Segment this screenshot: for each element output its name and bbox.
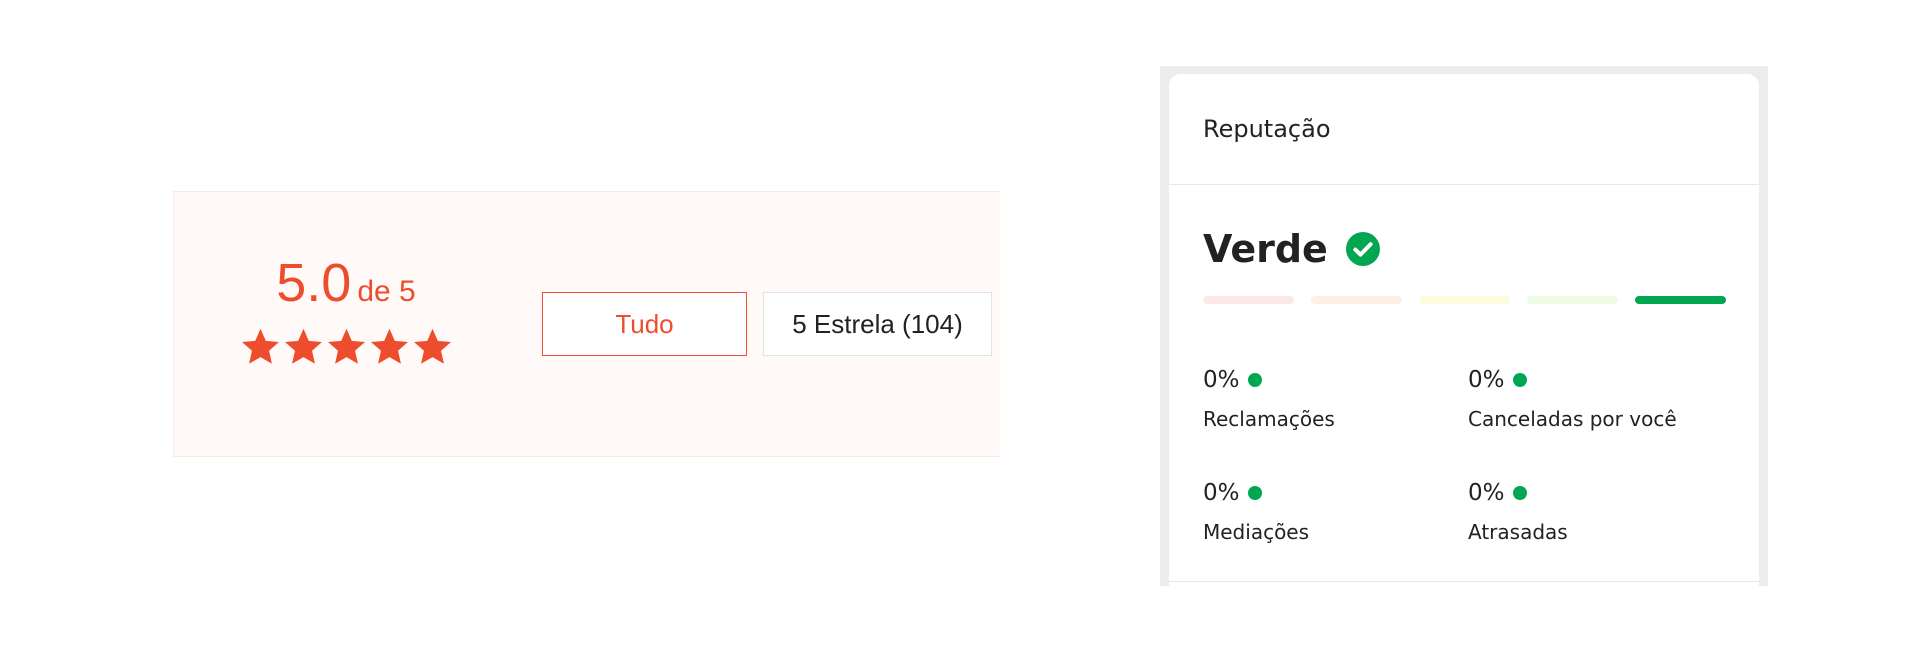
star-icon: [283, 326, 324, 367]
metric-mediations: 0% Mediações: [1203, 480, 1463, 544]
reputation-level-text: Verde: [1203, 227, 1328, 271]
status-dot-icon: [1247, 486, 1262, 500]
rating-overview-panel: 5.0 de 5 Tudo 5 Estrela (104): [173, 191, 1000, 457]
filter-5-star-button[interactable]: 5 Estrela (104): [763, 292, 992, 356]
status-dot-icon: [1512, 486, 1527, 500]
reputation-card: Reputação Verde 0% Reclamações 0% Cancel…: [1169, 74, 1759, 604]
reputation-frame: Reputação Verde 0% Reclamações 0% Cancel…: [1160, 66, 1768, 604]
star-icon: [369, 326, 410, 367]
star-icon: [240, 326, 281, 367]
metric-delayed: 0% Atrasadas: [1468, 480, 1728, 544]
metric-label: Reclamações: [1203, 407, 1335, 431]
metric-label: Mediações: [1203, 520, 1310, 544]
metric-cancelled-by-you: 0% Canceladas por você: [1468, 367, 1728, 431]
star-icon: [326, 326, 367, 367]
thermometer-segment-light-green: [1527, 296, 1618, 304]
metric-value: 0%: [1468, 367, 1505, 393]
thermometer-segment-yellow: [1419, 296, 1510, 304]
star-icon: [412, 326, 453, 367]
reputation-title: Reputação: [1203, 115, 1331, 143]
rating-score: 5.0: [276, 253, 352, 313]
metric-value: 0%: [1203, 367, 1240, 393]
rating-score-block: 5.0 de 5: [236, 256, 456, 367]
metric-label: Canceladas por você: [1468, 407, 1677, 431]
filter-all-button[interactable]: Tudo: [542, 292, 747, 356]
status-dot-icon: [1512, 373, 1527, 387]
reputation-header: Reputação: [1169, 74, 1759, 185]
rating-out-of: de 5: [357, 275, 416, 308]
metric-complaints: 0% Reclamações: [1203, 367, 1463, 431]
metric-label: Atrasadas: [1468, 520, 1568, 544]
rating-score-line: 5.0 de 5: [236, 256, 456, 310]
metric-value: 0%: [1468, 480, 1505, 506]
thermometer-segment-red: [1203, 296, 1294, 304]
check-circle-icon: [1345, 232, 1380, 266]
reputation-level: Verde: [1203, 227, 1380, 271]
metric-value: 0%: [1203, 480, 1240, 506]
thermometer-segment-orange: [1311, 296, 1402, 304]
thermometer-segment-green: [1635, 296, 1726, 304]
rating-stars: [236, 326, 456, 367]
reputation-thermometer: [1203, 296, 1726, 304]
status-dot-icon: [1247, 373, 1262, 387]
divider: [1169, 581, 1759, 582]
